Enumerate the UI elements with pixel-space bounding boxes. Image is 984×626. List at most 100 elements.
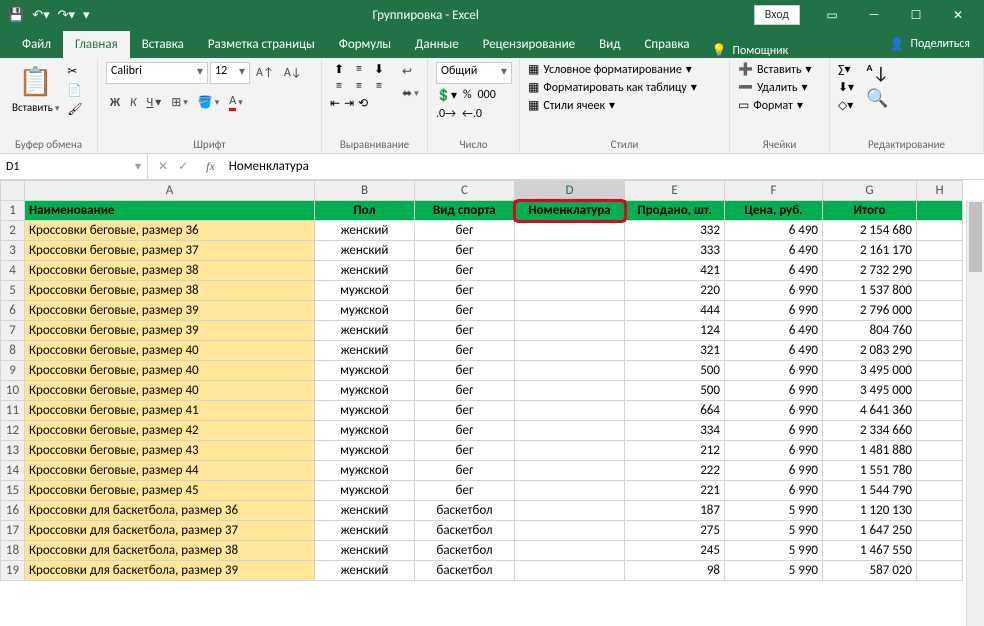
cell[interactable]: 187	[625, 501, 725, 521]
cell[interactable]	[515, 521, 625, 541]
cell[interactable]: баскетбол	[415, 521, 515, 541]
ribbon-options-icon[interactable]: ▭	[812, 0, 852, 30]
cell[interactable]: Кроссовки беговые, размер 42	[25, 421, 315, 441]
tab-справка[interactable]: Справка	[632, 31, 701, 58]
cell[interactable]: 6 490	[725, 261, 823, 281]
cell[interactable]	[917, 461, 963, 481]
cell[interactable]	[917, 341, 963, 361]
decrease-indent-icon[interactable]: ⇤	[330, 96, 340, 111]
cell[interactable]	[515, 541, 625, 561]
select-all-corner[interactable]	[1, 181, 25, 201]
row-header-5[interactable]: 5	[1, 281, 25, 301]
cell[interactable]	[515, 401, 625, 421]
row-header-15[interactable]: 15	[1, 481, 25, 501]
cell[interactable]	[515, 241, 625, 261]
cell[interactable]: бег	[415, 241, 515, 261]
tab-файл[interactable]: Файл	[10, 31, 63, 58]
header-cell[interactable]: Пол	[315, 201, 415, 221]
cell[interactable]: Кроссовки беговые, размер 40	[25, 361, 315, 381]
row-header-2[interactable]: 2	[1, 221, 25, 241]
cell[interactable]	[515, 381, 625, 401]
save-icon[interactable]: 💾	[8, 8, 24, 23]
cell[interactable]: 124	[625, 321, 725, 341]
cell[interactable]: женский	[315, 341, 415, 361]
close-icon[interactable]: ✕	[938, 0, 978, 30]
cell[interactable]: мужской	[315, 421, 415, 441]
cell[interactable]: 5 990	[725, 521, 823, 541]
cell[interactable]: 1 120 130	[823, 501, 917, 521]
cell[interactable]: бег	[415, 341, 515, 361]
cell[interactable]	[515, 221, 625, 241]
cell[interactable]	[917, 481, 963, 501]
cell[interactable]: 6 990	[725, 281, 823, 301]
decrease-font-icon[interactable]: A↓	[280, 64, 306, 82]
cell[interactable]	[917, 421, 963, 441]
header-cell[interactable]: Наименование	[25, 201, 315, 221]
formula-input[interactable]	[223, 159, 984, 174]
paste-button[interactable]: Вставить	[12, 101, 59, 114]
cell[interactable]: бег	[415, 481, 515, 501]
cell[interactable]: бег	[415, 401, 515, 421]
cell[interactable]: Кроссовки беговые, размер 43	[25, 441, 315, 461]
insert-cells-button[interactable]: ➕Вставить▾	[738, 62, 812, 77]
enter-formula-icon[interactable]: ✓	[178, 159, 188, 174]
fill-color-icon[interactable]: 🪣	[194, 93, 223, 112]
header-cell[interactable]: Цена, руб.	[725, 201, 823, 221]
cell[interactable]: 2 732 290	[823, 261, 917, 281]
cell[interactable]: 664	[625, 401, 725, 421]
align-middle-icon[interactable]: ≡	[350, 62, 368, 77]
cell[interactable]: Кроссовки беговые, размер 37	[25, 241, 315, 261]
cell[interactable]: Кроссовки беговые, размер 38	[25, 261, 315, 281]
row-header-1[interactable]: 1	[1, 201, 25, 221]
cell[interactable]: 5 990	[725, 501, 823, 521]
tab-главная[interactable]: Главная	[63, 31, 130, 58]
format-cells-button[interactable]: ▭Формат▾	[738, 98, 812, 113]
cell[interactable]: 6 990	[725, 381, 823, 401]
cell[interactable]: Кроссовки беговые, размер 38	[25, 281, 315, 301]
col-header-C[interactable]: C	[415, 181, 515, 201]
cell[interactable]	[917, 281, 963, 301]
cell[interactable]: 1 544 790	[823, 481, 917, 501]
font-color-icon[interactable]: A	[225, 92, 246, 113]
paste-icon[interactable]: 📋	[18, 64, 53, 99]
cell[interactable]	[515, 421, 625, 441]
cell[interactable]	[917, 241, 963, 261]
cell[interactable]: женский	[315, 261, 415, 281]
cell[interactable]	[515, 321, 625, 341]
cell[interactable]: 222	[625, 461, 725, 481]
cell[interactable]: 2 083 290	[823, 341, 917, 361]
cell[interactable]: женский	[315, 561, 415, 581]
tab-данные[interactable]: Данные	[403, 31, 471, 58]
cell[interactable]: бег	[415, 321, 515, 341]
cell[interactable]: 1 467 550	[823, 541, 917, 561]
cell[interactable]: баскетбол	[415, 501, 515, 521]
cell[interactable]: мужской	[315, 301, 415, 321]
cell[interactable]: женский	[315, 501, 415, 521]
cell[interactable]: Кроссовки для баскетбола, размер 37	[25, 521, 315, 541]
cell[interactable]: женский	[315, 221, 415, 241]
cell[interactable]	[917, 401, 963, 421]
percent-icon[interactable]: %	[463, 88, 472, 103]
row-header-18[interactable]: 18	[1, 541, 25, 561]
tab-разметка страницы[interactable]: Разметка страницы	[196, 31, 327, 58]
spreadsheet-grid[interactable]: ABCDEFGH1НаименованиеПолВид спортаНоменк…	[0, 180, 984, 626]
delete-cells-button[interactable]: ➖Удалить▾	[738, 80, 812, 95]
cell[interactable]: 6 990	[725, 461, 823, 481]
cell[interactable]: бег	[415, 361, 515, 381]
cell[interactable]: баскетбол	[415, 561, 515, 581]
col-header-E[interactable]: E	[625, 181, 725, 201]
decrease-decimal-icon[interactable]: ←.0	[462, 107, 482, 121]
login-button[interactable]: Вход	[754, 5, 800, 25]
cell[interactable]: 6 490	[725, 321, 823, 341]
fx-icon[interactable]: fx	[198, 159, 223, 174]
row-header-12[interactable]: 12	[1, 421, 25, 441]
font-size-select[interactable]: 12	[210, 62, 250, 84]
cell[interactable]: 6 990	[725, 441, 823, 461]
cell[interactable]: 6 490	[725, 341, 823, 361]
cell[interactable]	[917, 221, 963, 241]
cell[interactable]: 3 495 000	[823, 381, 917, 401]
cell[interactable]: мужской	[315, 281, 415, 301]
cell[interactable]: 587 020	[823, 561, 917, 581]
cell[interactable]: 444	[625, 301, 725, 321]
align-left-icon[interactable]: ≡	[330, 79, 348, 93]
